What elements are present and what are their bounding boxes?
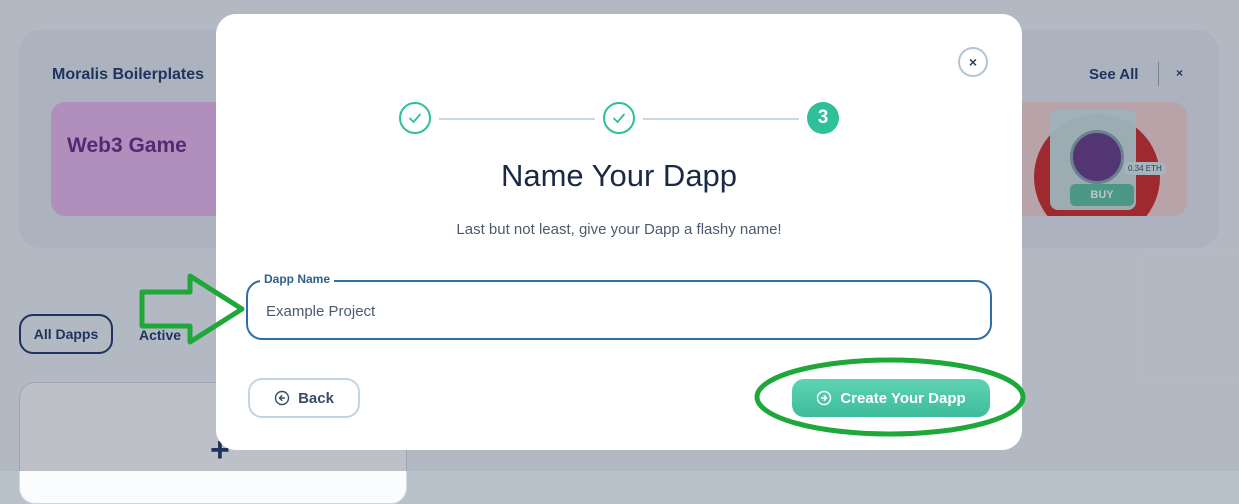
back-button[interactable]: Back — [248, 378, 360, 418]
create-dapp-button-label: Create Your Dapp — [840, 389, 966, 407]
dapp-name-label: Dapp Name — [260, 272, 335, 286]
create-dapp-button[interactable]: Create Your Dapp — [792, 379, 990, 417]
step-connector — [643, 118, 799, 120]
modal-close-button[interactable]: × — [958, 47, 988, 77]
check-icon — [613, 113, 625, 123]
dapp-name-field: Dapp Name — [246, 272, 992, 340]
dapp-name-input[interactable] — [264, 296, 968, 326]
step-connector — [439, 118, 595, 120]
stepper: 3 — [399, 102, 839, 136]
name-dapp-modal: × 3 Name Your Dapp Last but not least, g… — [216, 14, 1022, 450]
step-1-complete — [399, 102, 431, 134]
arrow-left-circle-icon — [274, 390, 290, 406]
modal-subtitle: Last but not least, give your Dapp a fla… — [456, 221, 782, 238]
close-icon: × — [968, 54, 978, 70]
check-icon — [409, 113, 421, 123]
step-3-current: 3 — [807, 102, 839, 134]
back-button-label: Back — [298, 389, 334, 407]
step-2-complete — [603, 102, 635, 134]
modal-title: Name Your Dapp — [500, 158, 738, 193]
arrow-right-circle-icon — [817, 390, 832, 406]
